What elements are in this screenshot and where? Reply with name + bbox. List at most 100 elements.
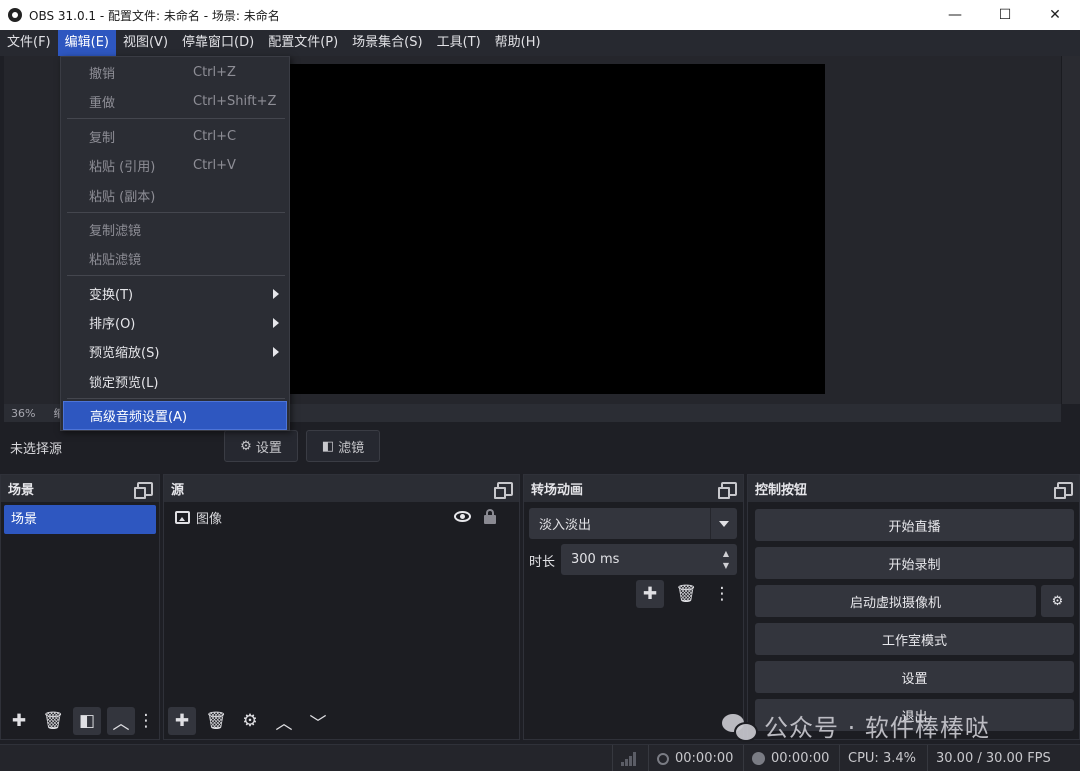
menu-item-preview-scale[interactable]: 预览缩放(S) xyxy=(63,337,287,366)
transition-select-value: 淡入淡出 xyxy=(539,518,592,533)
chevron-down-icon: ﹀ xyxy=(309,713,327,734)
transition-select[interactable]: 淡入淡出 xyxy=(529,508,737,539)
menu-file[interactable]: 文件(F) xyxy=(0,30,58,56)
kebab-icon: ⋮ xyxy=(137,711,155,731)
source-filters-button[interactable]: ◧ 滤镜 xyxy=(306,430,380,462)
controls-dock: 控制按钮 开始直播 开始录制 启动虚拟摄像机 ⚙ 工作室模式 设置 退出 xyxy=(747,474,1080,740)
menu-item-paste-reference[interactable]: 粘贴 (引用) Ctrl+V xyxy=(63,151,287,180)
close-button[interactable]: ✕ xyxy=(1030,0,1080,30)
lock-icon[interactable] xyxy=(484,509,496,524)
menu-item-paste-duplicate[interactable]: 粘贴 (副本) xyxy=(63,181,287,210)
eye-icon[interactable] xyxy=(454,511,471,522)
menu-item-copy[interactable]: 复制 Ctrl+C xyxy=(63,122,287,151)
menu-item-copy-filters[interactable]: 复制滤镜 xyxy=(63,215,287,244)
start-streaming-button[interactable]: 开始直播 xyxy=(755,509,1074,541)
chevron-down-icon[interactable]: ▼ xyxy=(723,561,729,570)
menu-item-label: 撤销 xyxy=(89,67,116,82)
controls-dock-title: 控制按钮 xyxy=(755,483,808,498)
start-recording-button[interactable]: 开始录制 xyxy=(755,547,1074,579)
source-list-item[interactable]: 图像 xyxy=(164,502,519,532)
duration-value: 300 ms xyxy=(571,552,620,567)
menu-tools[interactable]: 工具(T) xyxy=(430,30,488,56)
source-toolbar: 未选择源 ⚙ 设置 ◧ 滤镜 xyxy=(0,426,1080,468)
add-source-button[interactable]: ✚ xyxy=(168,707,196,735)
source-filters-label: 滤镜 xyxy=(338,440,365,456)
scene-more-button[interactable]: ⋮ xyxy=(138,707,155,735)
watermark: 公众号 · 软件棒棒哒 xyxy=(722,708,990,743)
menu-view[interactable]: 视图(V) xyxy=(116,30,175,56)
move-scene-up-button[interactable]: ︿ xyxy=(107,707,135,735)
watermark-text: 公众号 · 软件棒棒哒 xyxy=(764,714,990,742)
plus-icon: ✚ xyxy=(174,711,190,731)
undock-icon[interactable] xyxy=(1054,481,1073,499)
virtual-camera-button[interactable]: 启动虚拟摄像机 xyxy=(755,585,1036,617)
menu-item-order[interactable]: 排序(O) xyxy=(63,308,287,337)
menu-item-label: 重做 xyxy=(89,96,116,111)
add-scene-button[interactable]: ✚ xyxy=(5,707,33,735)
chevron-down-icon[interactable] xyxy=(710,508,737,539)
minimize-button[interactable]: — xyxy=(930,0,980,30)
record-time: 00:00:00 xyxy=(771,751,830,766)
menu-profile[interactable]: 配置文件(P) xyxy=(261,30,345,56)
duration-spinbox[interactable]: 300 ms ▲ ▼ xyxy=(561,544,737,575)
menu-item-transform[interactable]: 变换(T) xyxy=(63,279,287,308)
maximize-button[interactable]: ☐ xyxy=(980,0,1030,30)
menu-item-redo[interactable]: 重做 Ctrl+Shift+Z xyxy=(63,87,287,116)
move-source-up-button[interactable]: ︿ xyxy=(270,707,298,735)
menu-item-label: 复制滤镜 xyxy=(89,224,142,239)
transitions-dock: 转场动画 淡入淡出 时长 300 ms ▲ ▼ ✚ 🗑 ⋮ xyxy=(523,474,744,740)
menu-item-label: 锁定预览(L) xyxy=(89,376,159,391)
record-status: 00:00:00 xyxy=(743,745,839,771)
image-icon xyxy=(175,510,190,524)
source-settings-button[interactable]: ⚙ 设置 xyxy=(224,430,298,462)
menu-item-lock-preview[interactable]: 锁定预览(L) xyxy=(63,367,287,396)
preview-scrollbar[interactable] xyxy=(1061,56,1080,404)
menu-edit[interactable]: 编辑(E) xyxy=(57,30,116,56)
scene-list-item[interactable]: 场景 xyxy=(4,505,156,534)
source-settings-label: 设置 xyxy=(255,440,282,456)
studio-mode-button[interactable]: 工作室模式 xyxy=(755,623,1074,655)
remove-scene-button[interactable]: 🗑 xyxy=(39,707,67,735)
menu-item-undo[interactable]: 撤销 Ctrl+Z xyxy=(63,58,287,87)
remove-transition-button[interactable]: 🗑 xyxy=(672,580,700,608)
source-properties-button[interactable]: ⚙ xyxy=(236,707,264,735)
menu-docks[interactable]: 停靠窗口(D) xyxy=(175,30,261,56)
window-title: OBS 31.0.1 - 配置文件: 未命名 - 场景: 未命名 xyxy=(29,8,280,23)
menu-item-advanced-audio[interactable]: 高级音频设置(A) xyxy=(63,401,287,430)
undock-icon[interactable] xyxy=(718,481,737,499)
menu-separator xyxy=(67,118,285,119)
menu-item-paste-filters[interactable]: 粘贴滤镜 xyxy=(63,244,287,273)
menu-scene-collection[interactable]: 场景集合(S) xyxy=(345,30,429,56)
status-bar: 00:00:00 00:00:00 CPU: 3.4% 30.00 / 30.0… xyxy=(0,744,1080,771)
transition-more-button[interactable]: ⋮ xyxy=(708,580,736,608)
transitions-dock-header: 转场动画 xyxy=(524,475,743,502)
duration-label: 时长 xyxy=(529,555,556,570)
controls-dock-header: 控制按钮 xyxy=(748,475,1079,502)
cpu-usage-text: CPU: 3.4% xyxy=(848,751,916,766)
menu-separator xyxy=(67,212,285,213)
chevron-up-icon[interactable]: ▲ xyxy=(723,549,729,558)
remove-source-button[interactable]: 🗑 xyxy=(202,707,230,735)
sources-dock-header: 源 xyxy=(164,475,519,502)
settings-button[interactable]: 设置 xyxy=(755,661,1074,693)
menu-help[interactable]: 帮助(H) xyxy=(488,30,548,56)
virtual-camera-settings-button[interactable]: ⚙ xyxy=(1041,585,1074,617)
fps-text: 30.00 / 30.00 FPS xyxy=(936,751,1051,766)
preview-canvas[interactable] xyxy=(290,64,825,394)
menu-bar: 文件(F) 编辑(E) 视图(V) 停靠窗口(D) 配置文件(P) 场景集合(S… xyxy=(0,30,1080,56)
move-source-down-button[interactable]: ﹀ xyxy=(304,707,332,735)
transition-tools: ✚ 🗑 ⋮ xyxy=(636,580,736,608)
obs-logo-icon xyxy=(8,8,22,22)
scene-filters-button[interactable]: ◧ xyxy=(73,707,101,735)
menu-item-shortcut: Ctrl+V xyxy=(193,158,236,173)
scenes-dock: 场景 场景 ✚ 🗑 ◧ ︿ ⋮ xyxy=(0,474,160,740)
network-strength xyxy=(612,745,648,771)
menu-item-label: 粘贴滤镜 xyxy=(89,253,142,268)
undock-icon[interactable] xyxy=(494,481,513,499)
menu-item-label: 排序(O) xyxy=(89,317,136,332)
undock-icon[interactable] xyxy=(134,481,153,499)
sources-dock-footer: ✚ 🗑 ⚙ ︿ ﹀ xyxy=(164,703,519,739)
add-transition-button[interactable]: ✚ xyxy=(636,580,664,608)
spin-arrows[interactable]: ▲ ▼ xyxy=(715,544,737,575)
menu-item-label: 粘贴 (副本) xyxy=(89,190,156,205)
